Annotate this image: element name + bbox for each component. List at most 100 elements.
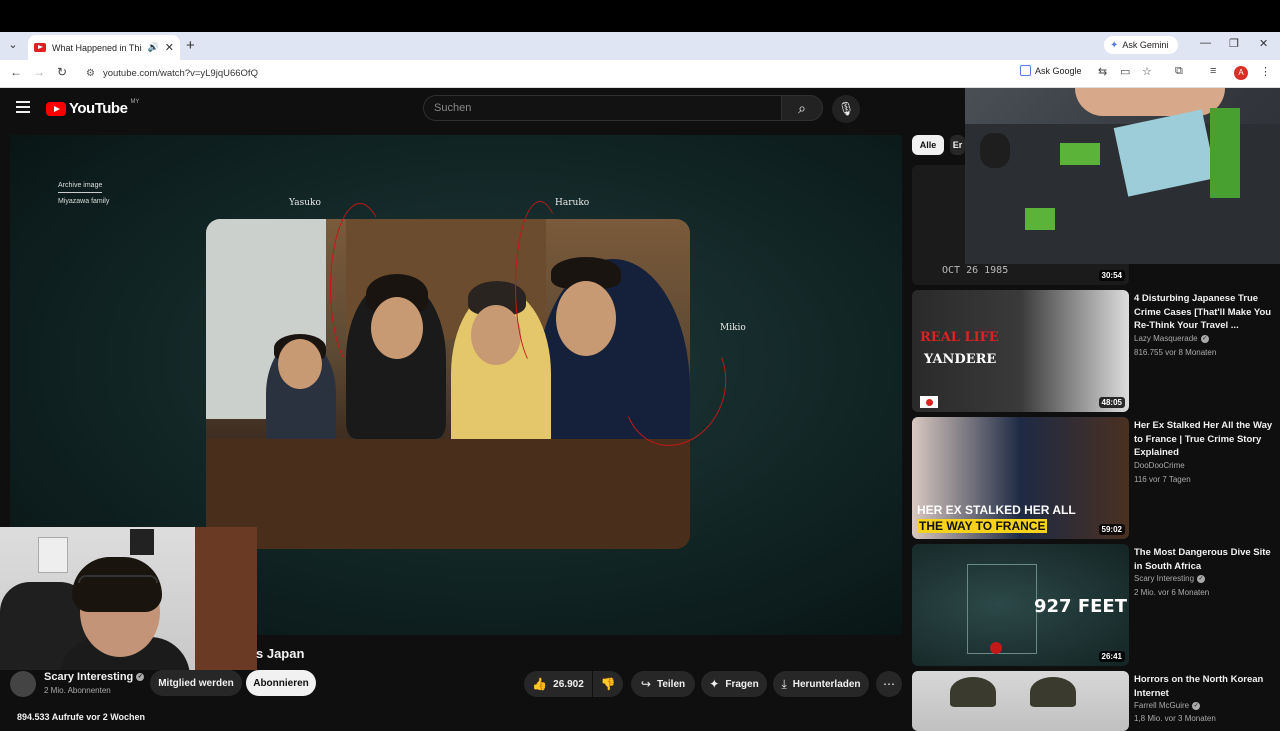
recommendation-thumbnail[interactable] (912, 671, 1129, 731)
search-input[interactable]: Suchen (423, 95, 781, 121)
thumb-cap-1 (950, 677, 996, 707)
verified-icon: ✓ (1200, 334, 1209, 343)
streamer-hair (72, 557, 162, 612)
mouse (980, 133, 1010, 168)
ask-google-label: Ask Google (1035, 65, 1082, 76)
recommendation-item[interactable]: HER EX STALKED HER ALL THE WAY TO FRANCE… (912, 417, 1280, 539)
hamburger-menu-icon[interactable] (16, 101, 30, 113)
address-field[interactable]: ⚙ youtube.com/watch?v=yL9jqU66OfQ (80, 63, 1010, 83)
download-button[interactable]: ⤓ Herunterladen (773, 671, 869, 697)
label-haruko: Haruko (555, 198, 590, 208)
share-label: Teilen (656, 678, 686, 690)
media-control-icon[interactable]: ≡ (1210, 65, 1216, 77)
thumb-text-1: 927 FEET (1034, 596, 1128, 617)
subscribe-button[interactable]: Abonnieren (246, 670, 316, 696)
channel-name: Scary Interesting (1134, 574, 1195, 583)
view-count-date: 894.533 Aufrufe vor 2 Wochen (17, 712, 146, 722)
webcam-overlay-streamer (0, 527, 257, 670)
top-black-bar (0, 0, 1280, 32)
close-window-button[interactable]: ✕ (1259, 37, 1268, 50)
recommendation-thumbnail[interactable]: HER EX STALKED HER ALL THE WAY TO FRANCE… (912, 417, 1129, 539)
dislike-button[interactable]: 👎 (593, 671, 623, 697)
join-membership-button[interactable]: Mitglied werden (150, 670, 242, 696)
recommendation-title[interactable]: Horrors on the North Korean Internet (1134, 673, 1274, 700)
browser-tab-active[interactable]: What Happened in This Ho 🔊 ✕ (28, 35, 180, 60)
microphone-icon: 🎙 (837, 101, 855, 116)
recommendation-item[interactable]: 927 FEET 26:41 The Most Dangerous Dive S… (912, 544, 1280, 666)
recommendation-channel[interactable]: Scary Interesting ✓ (1134, 574, 1206, 583)
archive-caption-line2: Miyazawa family (58, 198, 110, 205)
lego-build (1210, 108, 1240, 198)
ask-google-button[interactable]: Ask Google (1020, 65, 1082, 76)
duration-badge: 59:02 (1098, 524, 1125, 535)
voice-search-button[interactable]: 🎙 (832, 95, 860, 123)
subscriber-count: 2 Mio. Abonnenten (44, 686, 111, 695)
ask-button[interactable]: ✦ Fragen (701, 671, 767, 697)
audio-playing-icon[interactable]: 🔊 (148, 42, 159, 53)
new-tab-button[interactable]: + (186, 37, 195, 54)
maximize-button[interactable]: ❐ (1229, 37, 1239, 50)
gemini-icon: ✦ (1110, 39, 1119, 51)
face-mikio (556, 281, 616, 356)
share-icon: ↪ (640, 677, 651, 691)
share-button[interactable]: ↪ Teilen (631, 671, 695, 697)
webcam-overlay-lego (965, 88, 1280, 264)
wall-picture (38, 537, 68, 573)
verified-icon: ✓ (1197, 574, 1206, 583)
channel-avatar[interactable] (10, 671, 36, 697)
search-icon: ⌕ (798, 100, 806, 116)
thumb-cap-2 (1030, 677, 1076, 707)
recommendation-title[interactable]: Her Ex Stalked Her All the Way to France… (1134, 419, 1274, 460)
like-button[interactable]: 👍 26.902 (524, 671, 592, 697)
search-button[interactable]: ⌕ (781, 95, 823, 121)
youtube-favicon-icon (34, 43, 46, 52)
recommendation-channel[interactable]: Farrell McGuire ✓ (1134, 701, 1201, 710)
youtube-play-icon (46, 101, 66, 116)
thumb-date-text: OCT 26 1985 (942, 265, 1009, 276)
family-photo (206, 219, 690, 549)
recommendation-title[interactable]: The Most Dangerous Dive Site in South Af… (1134, 546, 1274, 573)
photo-table (206, 439, 690, 549)
thumbs-up-icon: 👍 (532, 677, 548, 691)
verified-icon: ✓ (1192, 701, 1201, 710)
forward-arrow-icon[interactable]: → (33, 65, 45, 79)
like-count: 26.902 (553, 678, 584, 690)
recommendation-meta: 816.755 vor 8 Monaten (1134, 348, 1217, 357)
browser-menu-icon[interactable]: ⋮ (1260, 65, 1271, 78)
channel-name-link[interactable]: Scary Interesting ✓ (44, 671, 145, 683)
chip-next[interactable]: Er (950, 135, 965, 155)
headphones (78, 575, 158, 583)
skull-icon (990, 642, 1002, 654)
recommendation-thumbnail[interactable]: REAL LIFE YANDERE 48:05 (912, 290, 1129, 412)
back-arrow-icon[interactable]: ← (10, 65, 22, 79)
recommendation-channel[interactable]: Lazy Masquerade ✓ (1134, 334, 1209, 343)
recommendation-channel[interactable]: DooDooCrime (1134, 461, 1185, 470)
recommendation-thumbnail[interactable]: 927 FEET 26:41 (912, 544, 1129, 666)
duration-badge: 26:41 (1098, 651, 1125, 662)
bookmark-star-icon[interactable]: ☆ (1142, 65, 1152, 78)
site-info-icon[interactable]: ⚙ (86, 68, 95, 79)
cast-icon[interactable]: ▭ (1120, 65, 1130, 78)
tab-title: What Happened in This Ho (52, 42, 142, 53)
ask-gemini-label: Ask Gemini (1122, 40, 1169, 50)
extensions-icon[interactable]: ⧉ (1175, 65, 1183, 78)
annotation-line-yasuko (330, 203, 390, 373)
reload-icon[interactable]: ↻ (57, 65, 67, 79)
sparkle-icon: ✦ (709, 677, 720, 691)
more-actions-button[interactable]: ⋯ (876, 671, 902, 697)
tab-search-icon[interactable]: ⌄ (4, 36, 22, 54)
recommendation-item[interactable]: Horrors on the North Korean Internet Far… (912, 671, 1280, 731)
translate-icon[interactable]: ⇆ (1098, 65, 1107, 78)
recommendation-item[interactable]: REAL LIFE YANDERE 48:05 4 Disturbing Jap… (912, 290, 1280, 412)
poster (130, 529, 154, 555)
recommendation-title[interactable]: 4 Disturbing Japanese True Crime Cases [… (1134, 292, 1274, 333)
tab-close-icon[interactable]: ✕ (165, 41, 174, 54)
minimize-button[interactable]: — (1200, 37, 1211, 49)
thumb-text-1: HER EX STALKED HER ALL (917, 503, 1076, 517)
youtube-logo[interactable]: YouTube MY (46, 99, 139, 117)
ask-gemini-button[interactable]: ✦ Ask Gemini (1104, 36, 1178, 54)
chip-all[interactable]: Alle (912, 135, 944, 155)
thumb-text-2: THE WAY TO FRANCE (917, 519, 1048, 533)
channel-name: Farrell McGuire (1134, 701, 1190, 710)
profile-avatar[interactable]: A (1234, 66, 1248, 80)
